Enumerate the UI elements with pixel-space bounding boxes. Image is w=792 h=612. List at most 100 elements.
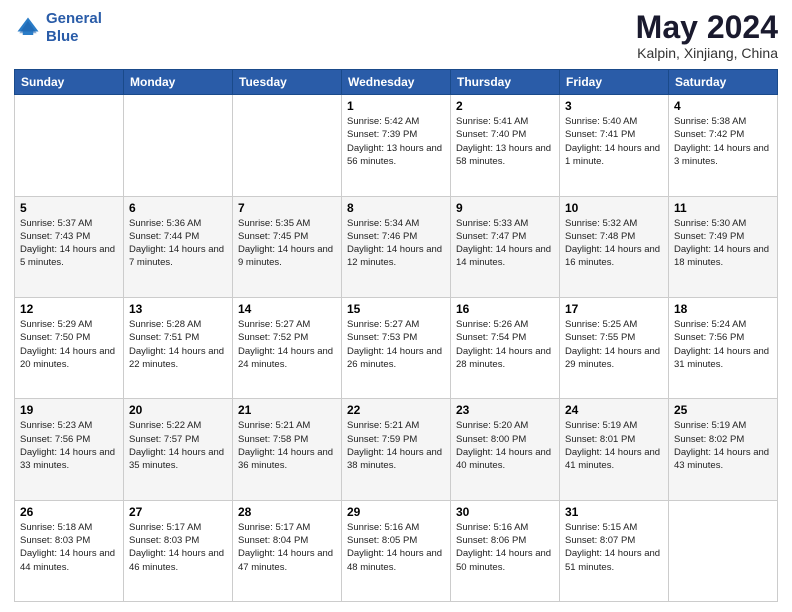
table-row: 17 Sunrise: 5:25 AMSunset: 7:55 PMDaylig… — [560, 297, 669, 398]
day-number: 16 — [456, 302, 554, 316]
day-info: Sunrise: 5:38 AMSunset: 7:42 PMDaylight:… — [674, 115, 772, 168]
table-row: 12 Sunrise: 5:29 AMSunset: 7:50 PMDaylig… — [15, 297, 124, 398]
day-info: Sunrise: 5:30 AMSunset: 7:49 PMDaylight:… — [674, 217, 772, 270]
calendar-week-row: 5 Sunrise: 5:37 AMSunset: 7:43 PMDayligh… — [15, 196, 778, 297]
day-number: 24 — [565, 403, 663, 417]
table-row: 9 Sunrise: 5:33 AMSunset: 7:47 PMDayligh… — [451, 196, 560, 297]
table-row — [15, 95, 124, 196]
table-row: 13 Sunrise: 5:28 AMSunset: 7:51 PMDaylig… — [124, 297, 233, 398]
day-info: Sunrise: 5:26 AMSunset: 7:54 PMDaylight:… — [456, 318, 554, 371]
table-row: 4 Sunrise: 5:38 AMSunset: 7:42 PMDayligh… — [669, 95, 778, 196]
day-info: Sunrise: 5:23 AMSunset: 7:56 PMDaylight:… — [20, 419, 118, 472]
day-info: Sunrise: 5:17 AMSunset: 8:04 PMDaylight:… — [238, 521, 336, 574]
col-friday: Friday — [560, 70, 669, 95]
day-number: 8 — [347, 201, 445, 215]
day-number: 30 — [456, 505, 554, 519]
title-block: May 2024 Kalpin, Xinjiang, China — [636, 10, 778, 61]
day-number: 18 — [674, 302, 772, 316]
day-number: 19 — [20, 403, 118, 417]
day-number: 6 — [129, 201, 227, 215]
logo: General Blue — [14, 10, 102, 46]
table-row — [124, 95, 233, 196]
day-info: Sunrise: 5:16 AMSunset: 8:05 PMDaylight:… — [347, 521, 445, 574]
day-info: Sunrise: 5:22 AMSunset: 7:57 PMDaylight:… — [129, 419, 227, 472]
day-info: Sunrise: 5:37 AMSunset: 7:43 PMDaylight:… — [20, 217, 118, 270]
day-number: 5 — [20, 201, 118, 215]
day-number: 9 — [456, 201, 554, 215]
header: General Blue May 2024 Kalpin, Xinjiang, … — [14, 10, 778, 61]
table-row: 27 Sunrise: 5:17 AMSunset: 8:03 PMDaylig… — [124, 500, 233, 601]
table-row — [233, 95, 342, 196]
day-info: Sunrise: 5:32 AMSunset: 7:48 PMDaylight:… — [565, 217, 663, 270]
day-info: Sunrise: 5:28 AMSunset: 7:51 PMDaylight:… — [129, 318, 227, 371]
table-row: 30 Sunrise: 5:16 AMSunset: 8:06 PMDaylig… — [451, 500, 560, 601]
col-tuesday: Tuesday — [233, 70, 342, 95]
day-info: Sunrise: 5:29 AMSunset: 7:50 PMDaylight:… — [20, 318, 118, 371]
day-number: 28 — [238, 505, 336, 519]
day-info: Sunrise: 5:40 AMSunset: 7:41 PMDaylight:… — [565, 115, 663, 168]
calendar-header-row: Sunday Monday Tuesday Wednesday Thursday… — [15, 70, 778, 95]
table-row: 3 Sunrise: 5:40 AMSunset: 7:41 PMDayligh… — [560, 95, 669, 196]
day-info: Sunrise: 5:35 AMSunset: 7:45 PMDaylight:… — [238, 217, 336, 270]
table-row: 11 Sunrise: 5:30 AMSunset: 7:49 PMDaylig… — [669, 196, 778, 297]
col-wednesday: Wednesday — [342, 70, 451, 95]
day-number: 20 — [129, 403, 227, 417]
day-number: 4 — [674, 99, 772, 113]
day-info: Sunrise: 5:42 AMSunset: 7:39 PMDaylight:… — [347, 115, 445, 168]
table-row: 18 Sunrise: 5:24 AMSunset: 7:56 PMDaylig… — [669, 297, 778, 398]
day-number: 2 — [456, 99, 554, 113]
table-row: 31 Sunrise: 5:15 AMSunset: 8:07 PMDaylig… — [560, 500, 669, 601]
day-number: 3 — [565, 99, 663, 113]
main-title: May 2024 — [636, 10, 778, 45]
table-row: 24 Sunrise: 5:19 AMSunset: 8:01 PMDaylig… — [560, 399, 669, 500]
col-saturday: Saturday — [669, 70, 778, 95]
table-row: 15 Sunrise: 5:27 AMSunset: 7:53 PMDaylig… — [342, 297, 451, 398]
day-number: 15 — [347, 302, 445, 316]
day-number: 25 — [674, 403, 772, 417]
day-info: Sunrise: 5:19 AMSunset: 8:01 PMDaylight:… — [565, 419, 663, 472]
table-row: 19 Sunrise: 5:23 AMSunset: 7:56 PMDaylig… — [15, 399, 124, 500]
logo-line1: General — [46, 10, 102, 27]
subtitle: Kalpin, Xinjiang, China — [636, 45, 778, 61]
day-info: Sunrise: 5:41 AMSunset: 7:40 PMDaylight:… — [456, 115, 554, 168]
calendar-week-row: 12 Sunrise: 5:29 AMSunset: 7:50 PMDaylig… — [15, 297, 778, 398]
day-info: Sunrise: 5:19 AMSunset: 8:02 PMDaylight:… — [674, 419, 772, 472]
day-number: 14 — [238, 302, 336, 316]
logo-text: General Blue — [46, 10, 102, 46]
table-row: 6 Sunrise: 5:36 AMSunset: 7:44 PMDayligh… — [124, 196, 233, 297]
calendar-week-row: 19 Sunrise: 5:23 AMSunset: 7:56 PMDaylig… — [15, 399, 778, 500]
day-number: 13 — [129, 302, 227, 316]
day-info: Sunrise: 5:34 AMSunset: 7:46 PMDaylight:… — [347, 217, 445, 270]
day-number: 31 — [565, 505, 663, 519]
day-info: Sunrise: 5:27 AMSunset: 7:52 PMDaylight:… — [238, 318, 336, 371]
logo-line2: Blue — [46, 28, 79, 45]
table-row: 7 Sunrise: 5:35 AMSunset: 7:45 PMDayligh… — [233, 196, 342, 297]
day-info: Sunrise: 5:21 AMSunset: 7:59 PMDaylight:… — [347, 419, 445, 472]
calendar-week-row: 26 Sunrise: 5:18 AMSunset: 8:03 PMDaylig… — [15, 500, 778, 601]
col-thursday: Thursday — [451, 70, 560, 95]
day-number: 12 — [20, 302, 118, 316]
calendar-week-row: 1 Sunrise: 5:42 AMSunset: 7:39 PMDayligh… — [15, 95, 778, 196]
table-row: 23 Sunrise: 5:20 AMSunset: 8:00 PMDaylig… — [451, 399, 560, 500]
table-row: 29 Sunrise: 5:16 AMSunset: 8:05 PMDaylig… — [342, 500, 451, 601]
table-row: 22 Sunrise: 5:21 AMSunset: 7:59 PMDaylig… — [342, 399, 451, 500]
day-number: 23 — [456, 403, 554, 417]
table-row: 10 Sunrise: 5:32 AMSunset: 7:48 PMDaylig… — [560, 196, 669, 297]
day-number: 22 — [347, 403, 445, 417]
day-number: 27 — [129, 505, 227, 519]
day-info: Sunrise: 5:36 AMSunset: 7:44 PMDaylight:… — [129, 217, 227, 270]
logo-icon — [14, 14, 42, 42]
col-sunday: Sunday — [15, 70, 124, 95]
day-info: Sunrise: 5:33 AMSunset: 7:47 PMDaylight:… — [456, 217, 554, 270]
day-number: 26 — [20, 505, 118, 519]
table-row: 14 Sunrise: 5:27 AMSunset: 7:52 PMDaylig… — [233, 297, 342, 398]
day-info: Sunrise: 5:20 AMSunset: 8:00 PMDaylight:… — [456, 419, 554, 472]
page: General Blue May 2024 Kalpin, Xinjiang, … — [0, 0, 792, 612]
day-info: Sunrise: 5:15 AMSunset: 8:07 PMDaylight:… — [565, 521, 663, 574]
table-row: 5 Sunrise: 5:37 AMSunset: 7:43 PMDayligh… — [15, 196, 124, 297]
table-row: 16 Sunrise: 5:26 AMSunset: 7:54 PMDaylig… — [451, 297, 560, 398]
table-row: 8 Sunrise: 5:34 AMSunset: 7:46 PMDayligh… — [342, 196, 451, 297]
day-info: Sunrise: 5:18 AMSunset: 8:03 PMDaylight:… — [20, 521, 118, 574]
day-number: 10 — [565, 201, 663, 215]
day-number: 21 — [238, 403, 336, 417]
